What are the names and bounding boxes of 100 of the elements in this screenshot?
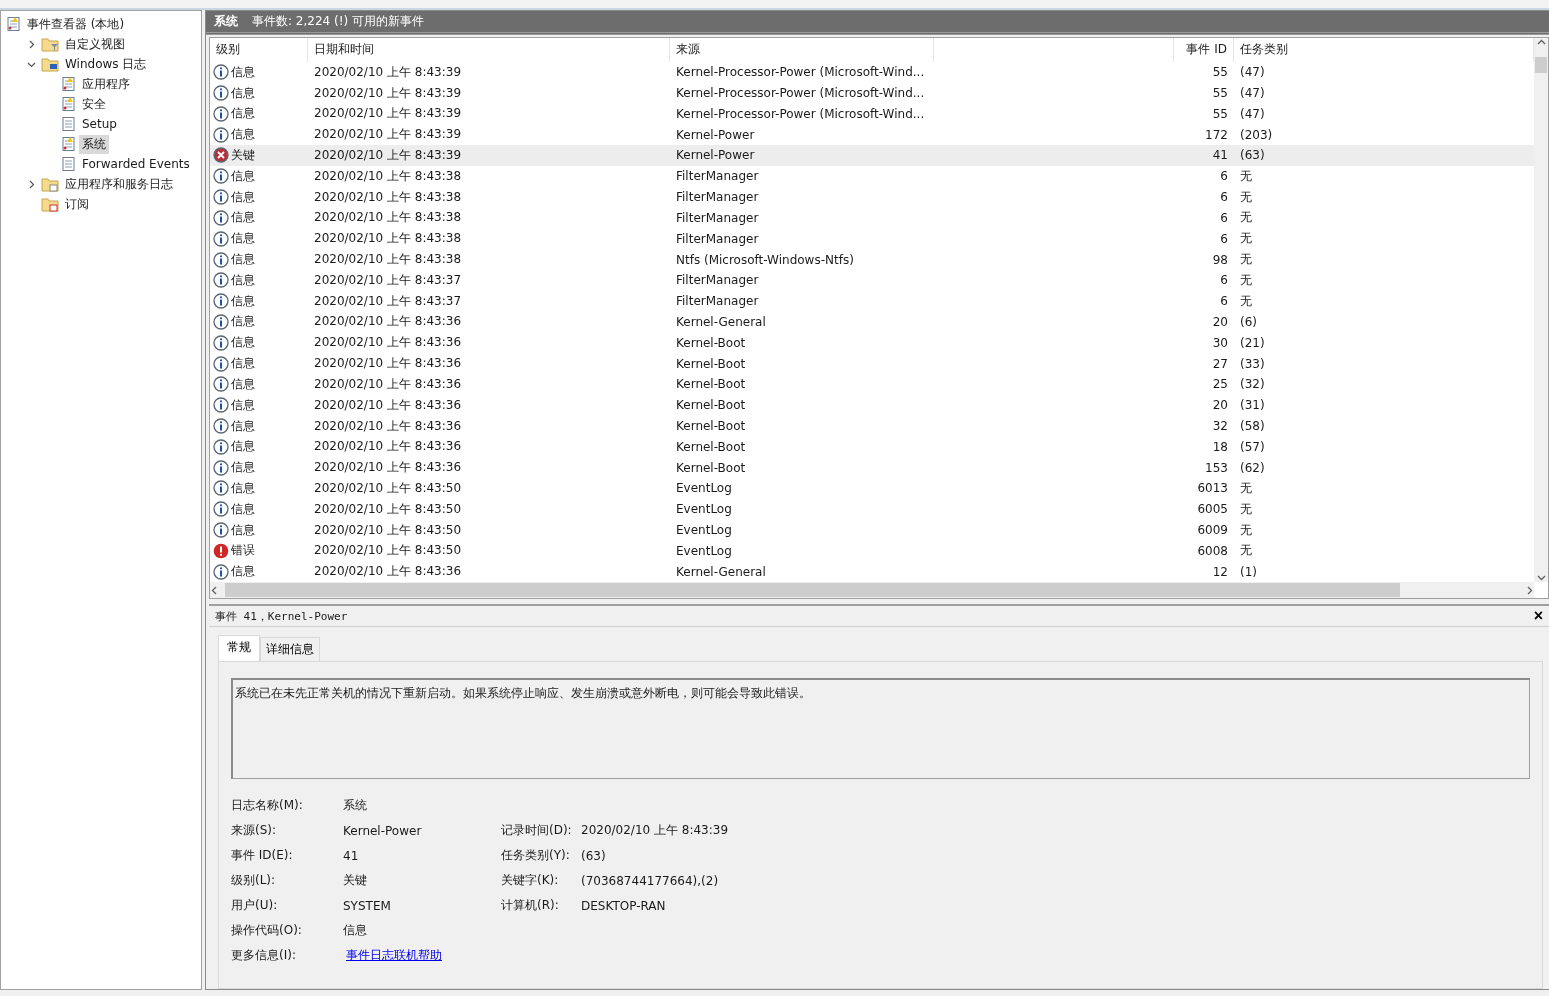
datetime-cell-text: 2020/02/10 上午 8:43:38 <box>313 188 463 206</box>
task-category-cell-text: (33) <box>1239 356 1266 371</box>
event-id-cell-text: 41 <box>1211 148 1229 163</box>
scroll-left-icon[interactable] <box>210 585 219 595</box>
source-cell-text: Kernel-Processor-Power (Microsoft-Wind... <box>675 65 926 80</box>
event-id-cell-text: 6 <box>1219 231 1229 246</box>
scroll-up-icon[interactable] <box>1536 38 1546 47</box>
datetime-cell-text: 2020/02/10 上午 8:43:38 <box>313 230 463 248</box>
event-id-cell-text: 6 <box>1219 190 1229 205</box>
datetime-cell-text: 2020/02/10 上午 8:43:36 <box>313 375 463 393</box>
description-text[interactable]: 系统已在未先正常关机的情况下重新启动。如果系统停止响应、发生崩溃或意外断电，则可能会导致此错误。 <box>231 678 1530 779</box>
event-id-cell-text: 55 <box>1211 65 1229 80</box>
source-cell-text: Kernel-Power <box>675 148 756 163</box>
datetime-cell-text: 2020/02/10 上午 8:43:36 <box>313 459 463 477</box>
event-id-cell-text: 6 <box>1219 169 1229 184</box>
tree-item[interactable]: 应用程序 <box>79 74 133 94</box>
datetime-cell-text: 2020/02/10 上午 8:43:39 <box>313 146 463 164</box>
tree-item[interactable]: Windows 日志 <box>62 54 150 74</box>
source-cell-text: Kernel-Processor-Power (Microsoft-Wind... <box>675 86 926 100</box>
field-value: 关键 <box>343 872 367 889</box>
event-row[interactable]: 关键 2020/02/10 上午 8:43:39 Kernel-Power 41 (63) <box>210 145 1534 166</box>
event-id-cell-text: 6013 <box>1196 481 1229 496</box>
tree-item[interactable]: 事件查看器 (本地) <box>24 14 128 34</box>
tree-item[interactable]: Forwarded Events <box>79 156 193 172</box>
tab[interactable]: 常规 <box>218 635 260 661</box>
task-category-cell-text: (31) <box>1239 398 1266 413</box>
datetime-cell-text: 2020/02/10 上午 8:43:38 <box>313 167 463 185</box>
field-label: 记录时间(D): <box>501 822 572 839</box>
field-value: 41 <box>343 848 359 863</box>
info-icon <box>213 105 229 122</box>
tree-item[interactable]: 系统 <box>79 134 109 154</box>
datetime-cell-text: 2020/02/10 上午 8:43:36 <box>313 438 463 456</box>
info-icon <box>213 480 229 497</box>
task-category-cell-text: (57) <box>1239 439 1266 454</box>
source-cell-text: EventLog <box>675 481 733 496</box>
tree-item[interactable]: 安全 <box>79 94 109 114</box>
level-cell: 信息 <box>231 167 255 185</box>
close-button[interactable]: × <box>1533 608 1543 624</box>
task-category-cell-text: (32) <box>1239 377 1266 392</box>
datetime-cell-text: 2020/02/10 上午 8:43:36 <box>313 355 463 373</box>
level-cell: 信息 <box>231 396 255 414</box>
scroll-down-icon[interactable] <box>1536 573 1546 582</box>
tree-item[interactable]: Setup <box>79 116 120 132</box>
tree-item[interactable]: 应用程序和服务日志 <box>62 174 176 194</box>
field-label: 更多信息(I): <box>231 947 296 964</box>
event-id-cell-text: 6 <box>1219 210 1229 225</box>
source-cell-text: Kernel-Boot <box>675 460 747 475</box>
tab[interactable]: 详细信息 <box>260 637 320 661</box>
datetime-cell-text: 2020/02/10 上午 8:43:36 <box>313 396 463 414</box>
source-cell-text: Kernel-Boot <box>675 439 747 454</box>
source-cell-text: EventLog <box>675 523 733 538</box>
tree-item[interactable]: 订阅 <box>62 194 92 214</box>
event-id-cell-text: 18 <box>1211 439 1229 454</box>
info-icon <box>213 126 229 143</box>
task-category-cell-text: (63) <box>1239 148 1266 163</box>
task-category-cell-text: 无 <box>1239 542 1253 560</box>
source-cell-text: FilterManager <box>675 169 760 184</box>
source-cell-text: Ntfs (Microsoft-Windows-Ntfs) <box>675 252 855 267</box>
level-cell: 信息 <box>231 126 255 144</box>
task-category-cell-text: (47) <box>1239 106 1266 121</box>
help-link[interactable]: 事件日志联机帮助 <box>346 947 442 964</box>
column-header[interactable]: 日期和时间 <box>308 38 670 62</box>
info-icon <box>213 313 229 330</box>
source-cell-text: FilterManager <box>675 273 760 288</box>
column-header[interactable]: 事件 ID <box>1174 38 1234 62</box>
event-id-cell-text: 98 <box>1211 252 1229 267</box>
horizontal-scrollbar[interactable] <box>210 582 1534 598</box>
event-id-cell-text: 27 <box>1211 356 1229 371</box>
level-cell: 信息 <box>231 84 255 102</box>
task-category-cell-text: (62) <box>1239 460 1266 475</box>
event-id-cell-text: 55 <box>1211 106 1229 121</box>
task-category-cell-text: 无 <box>1239 188 1253 206</box>
event-id-cell-text: 172 <box>1204 127 1229 142</box>
level-cell: 信息 <box>231 438 255 456</box>
source-cell-text: Kernel-Boot <box>675 377 747 392</box>
source-cell-text: FilterManager <box>675 190 760 205</box>
document-icon <box>60 156 76 172</box>
task-category-cell-text: 无 <box>1239 230 1253 248</box>
tree-item[interactable]: 自定义视图 <box>62 34 128 54</box>
column-header[interactable]: 级别 <box>210 38 308 62</box>
field-label: 关键字(K): <box>501 872 559 889</box>
field-label: 级别(L): <box>231 872 276 889</box>
level-cell: 信息 <box>231 479 255 497</box>
event-id-cell-text: 20 <box>1211 398 1229 413</box>
scroll-thumb[interactable] <box>225 583 1400 597</box>
info-icon <box>213 251 229 268</box>
source-cell-text: Kernel-General <box>675 314 767 329</box>
event-id-cell-text: 6 <box>1219 294 1229 309</box>
vertical-scrollbar[interactable] <box>1534 38 1548 582</box>
event-id-cell-text: 6009 <box>1196 523 1229 538</box>
scroll-right-icon[interactable] <box>1525 585 1534 595</box>
info-icon <box>213 418 229 434</box>
column-header[interactable]: 来源 <box>670 38 934 62</box>
scroll-thumb[interactable] <box>1535 57 1547 73</box>
datetime-cell-text: 2020/02/10 上午 8:43:36 <box>313 417 463 435</box>
datetime-cell-text: 2020/02/10 上午 8:43:38 <box>313 251 463 268</box>
task-category-cell-text: (47) <box>1239 86 1266 100</box>
task-category-cell-text: 无 <box>1239 271 1253 289</box>
task-category-cell-text: 无 <box>1239 251 1253 268</box>
task-category-cell-text: 无 <box>1239 500 1253 518</box>
